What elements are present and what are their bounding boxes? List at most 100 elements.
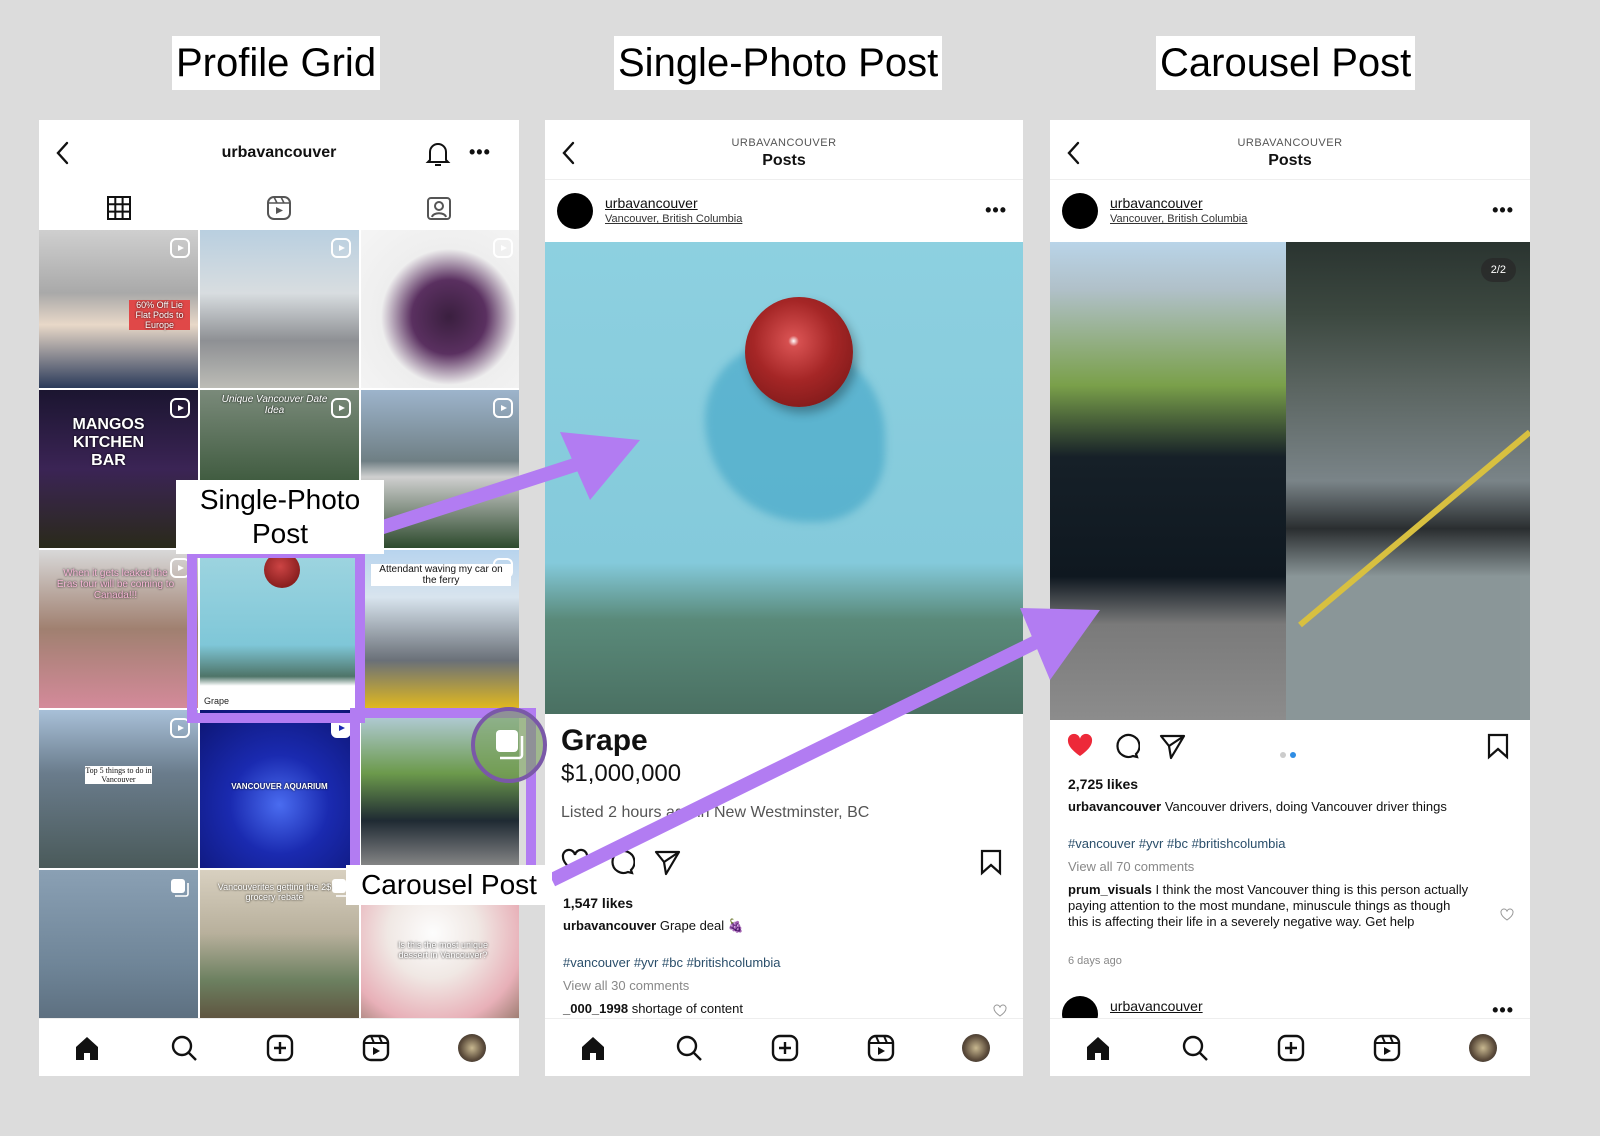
author-username[interactable]: urbavancouver [605,195,698,211]
post-header: URBAVANCOUVER Posts [545,120,1023,180]
tile-caption: Vancouverites getting the 2$ grocery reb… [217,882,332,902]
reels-icon[interactable] [361,1033,391,1063]
author-username[interactable]: urbavancouver [1110,195,1203,211]
comment-icon[interactable] [1112,732,1140,760]
carousel-dot[interactable] [1280,752,1286,758]
reels-icon [267,196,291,220]
tile-caption: When it gets leaked the Eras tour will b… [56,568,175,601]
likes-count[interactable]: 2,725 likes [1068,776,1138,792]
tab-reels[interactable] [199,186,359,230]
post-location[interactable]: Vancouver, British Columbia [1110,213,1247,225]
bell-icon[interactable] [425,140,451,168]
section-title-carousel: Carousel Post [1156,36,1416,90]
grid-tile[interactable] [361,390,519,548]
more-options-icon[interactable]: ••• [1492,200,1514,221]
grid-tile[interactable]: 60% Off Lie Flat Pods to Europe [39,230,198,388]
post-caption: urbavancouver Grape deal 🍇 [563,918,1005,934]
comment-username[interactable]: _000_1998 [563,1001,628,1016]
new-post-icon[interactable] [770,1033,800,1063]
profile-tabs [39,186,519,230]
comment-like-icon[interactable] [1500,908,1514,922]
listing-price: $1,000,000 [561,760,682,787]
reel-badge-icon [170,718,190,738]
grid-tile[interactable]: Vancouverites getting the 2$ grocery reb… [200,870,359,1028]
tile-caption: Unique Vancouver Date Idea [221,394,328,416]
comment-username[interactable]: prum_visuals [1068,882,1152,897]
grid-tile[interactable]: Attendant waving my car on the ferry [361,550,519,708]
carousel-media[interactable]: 2/2 [1050,242,1530,720]
author-avatar[interactable] [1062,193,1098,229]
post-header-title: Posts [762,152,806,169]
new-post-icon[interactable] [265,1033,295,1063]
more-options-icon[interactable]: ••• [469,142,491,163]
post-header-title: Posts [1268,152,1312,169]
bookmark-icon[interactable] [977,848,1005,876]
grid-tile-grape[interactable]: Grape [200,550,359,708]
grid-tile-carousel[interactable] [361,710,519,868]
caption-username[interactable]: urbavancouver [563,918,656,933]
comment-timestamp: 6 days ago [1068,955,1122,967]
profile-avatar[interactable] [457,1033,486,1062]
grid-tile[interactable]: When it gets leaked the Eras tour will b… [39,550,198,708]
bookmark-icon[interactable] [1484,732,1512,760]
search-icon[interactable] [1180,1033,1210,1063]
view-comments-link[interactable]: View all 70 comments [1068,859,1194,874]
profile-avatar[interactable] [1468,1033,1497,1062]
carousel-slide-truck [1050,242,1286,720]
home-icon[interactable] [1083,1033,1113,1063]
post-photo[interactable] [545,242,1023,714]
profile-header: urbavancouver ••• [39,120,519,186]
grid-tile[interactable] [39,870,198,1028]
share-icon[interactable] [653,848,681,876]
comment-like-icon[interactable] [993,1004,1007,1018]
grid-tile[interactable] [361,230,519,388]
comment-icon[interactable] [607,848,635,876]
heart-filled-icon[interactable] [1066,732,1094,760]
label-carousel-post: Carousel Post [346,865,552,905]
bottom-nav [39,1018,519,1076]
post-caption: urbavancouver Vancouver drivers, doing V… [1068,799,1512,814]
likes-count[interactable]: 1,547 likes [563,895,633,911]
carousel-badge-icon [171,879,189,897]
tab-tagged[interactable] [359,186,519,230]
post-location[interactable]: Vancouver, British Columbia [605,213,742,225]
profile-avatar[interactable] [962,1033,990,1062]
caption-text: Grape deal 🍇 [659,918,744,933]
grape-thumbnail [264,552,300,588]
author-avatar[interactable] [557,193,593,229]
grid-tile[interactable] [200,230,359,388]
tab-grid[interactable] [39,186,199,230]
reels-icon[interactable] [1372,1033,1402,1063]
search-icon[interactable] [169,1033,199,1063]
home-icon[interactable] [578,1033,608,1063]
carousel-slide-road [1286,242,1530,720]
grid-tile[interactable]: MANGOS KITCHEN BAR [39,390,198,548]
reels-icon[interactable] [866,1033,896,1063]
listing-meta: Listed 2 hours ago in New Westminster, B… [561,804,870,821]
section-title-single-photo: Single-Photo Post [614,36,943,90]
reel-badge-icon [170,238,190,258]
new-post-icon[interactable] [1276,1033,1306,1063]
carousel-dot-active[interactable] [1290,752,1296,758]
caption-username[interactable]: urbavancouver [1068,799,1161,814]
post-hashtags[interactable]: #vancouver #yvr #bc #britishcolumbia [1068,836,1286,851]
view-comments-link[interactable]: View all 30 comments [563,978,689,993]
marketplace-listing: Grape $1,000,000 Listed 2 hours ago in N… [561,724,869,822]
next-post-username[interactable]: urbavancouver [1110,998,1203,1014]
share-icon[interactable] [1158,732,1186,760]
grape-image [745,297,853,407]
more-options-icon[interactable]: ••• [985,200,1007,221]
profile-grid-screen: urbavancouver ••• 60% Off Lie Flat Pods … [39,120,519,1076]
post-header: URBAVANCOUVER Posts [1050,120,1530,180]
post-hashtags[interactable]: #vancouver #yvr #bc #britishcolumbia [563,955,781,970]
tagged-icon [427,197,451,220]
single-photo-post-screen: URBAVANCOUVER Posts urbavancouver Vancou… [545,120,1023,1076]
grid-tile[interactable]: VANCOUVER AQUARIUM [200,710,359,868]
grid-tile[interactable]: Top 5 things to do in Vancouver [39,710,198,868]
home-icon[interactable] [72,1033,102,1063]
post-actions [545,848,1023,888]
post-author-row: urbavancouver Vancouver, British Columbi… [545,180,1023,242]
heart-icon[interactable] [561,848,589,876]
bottom-nav [1050,1018,1530,1076]
search-icon[interactable] [674,1033,704,1063]
